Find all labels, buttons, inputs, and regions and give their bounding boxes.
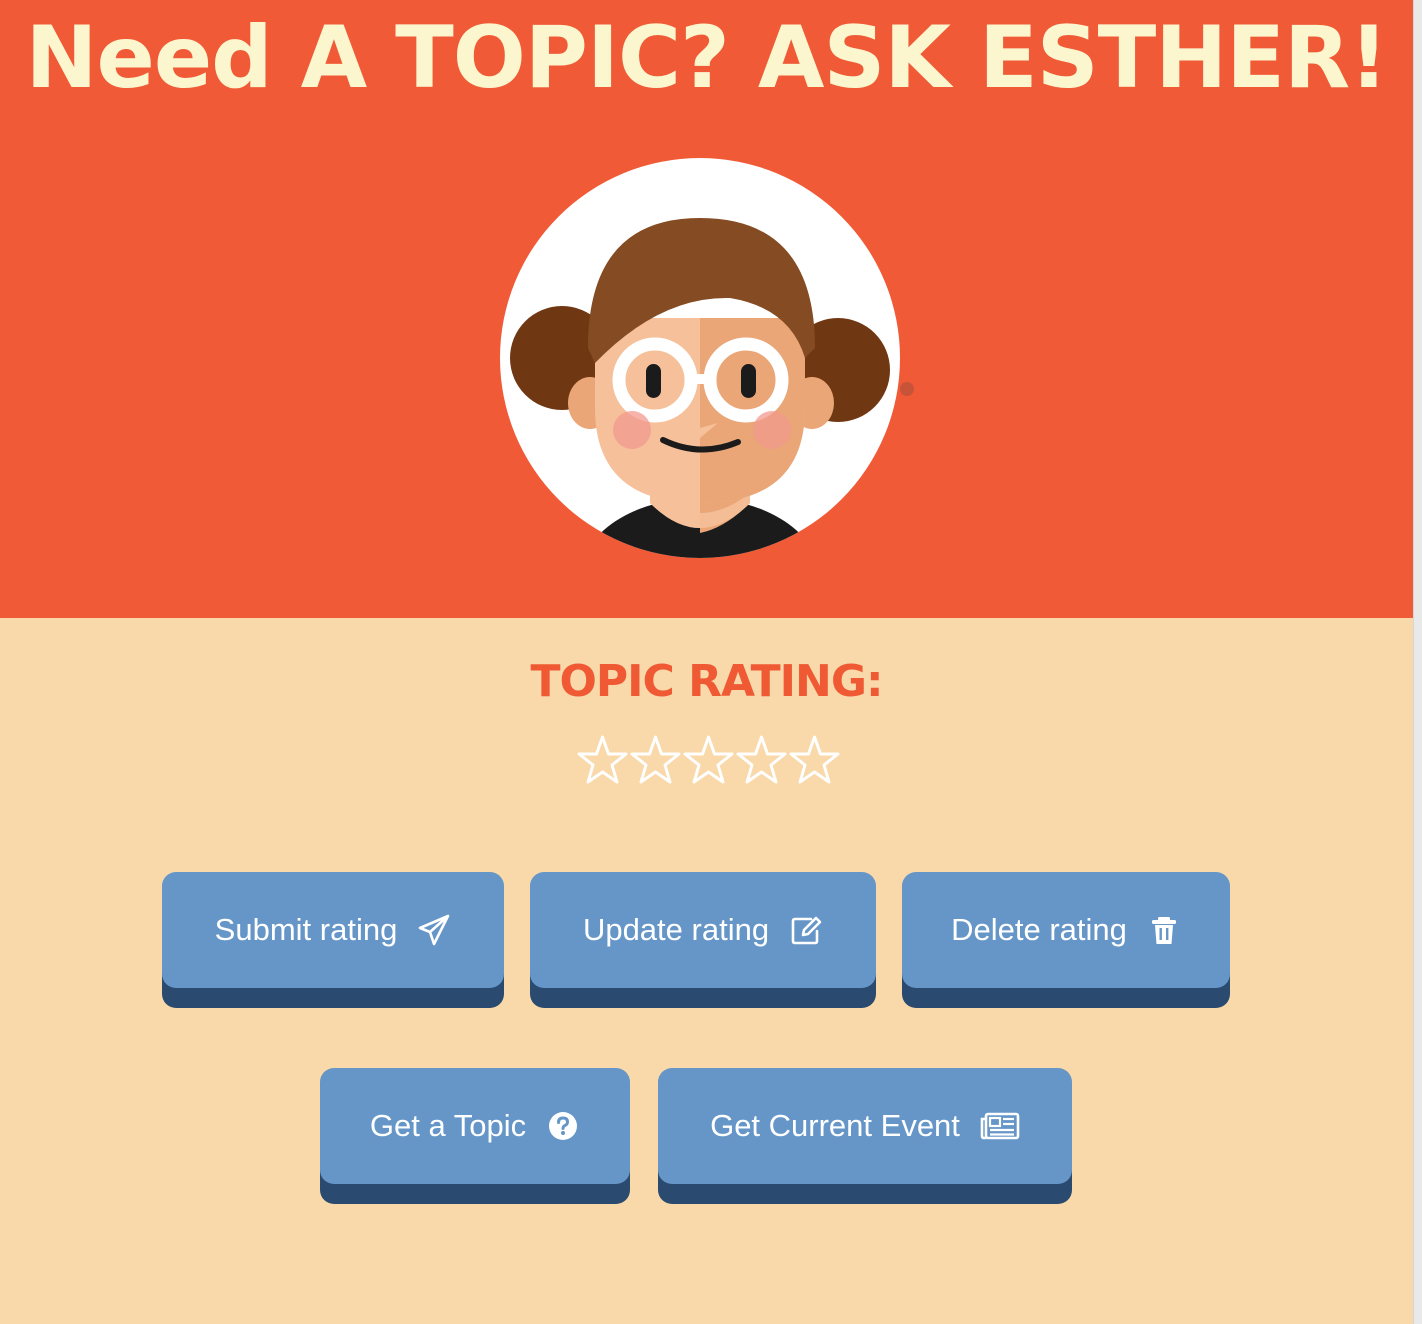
question-circle-icon [546,1109,580,1143]
edit-icon [789,913,823,947]
esther-avatar [500,158,900,558]
submit-rating-button[interactable]: Submit rating [162,872,504,988]
get-current-event-label: Get Current Event [710,1108,960,1143]
star-2[interactable] [629,730,682,790]
star-4[interactable] [735,730,788,790]
delete-rating-label: Delete rating [951,912,1127,947]
scrollbar[interactable] [1413,0,1422,1324]
star-rating[interactable] [576,730,846,790]
rating-heading: TOPIC RATING: [530,656,883,707]
get-topic-label: Get a Topic [369,1108,527,1143]
submit-rating-label: Submit rating [214,912,398,947]
update-rating-button[interactable]: Update rating [530,872,876,988]
newspaper-icon [980,1109,1020,1143]
get-topic-button[interactable]: Get a Topic [320,1068,630,1184]
star-3[interactable] [682,730,735,790]
star-1[interactable] [576,730,629,790]
trash-icon [1147,913,1181,947]
delete-rating-button[interactable]: Delete rating [902,872,1230,988]
update-rating-label: Update rating [582,912,770,947]
get-current-event-button[interactable]: Get Current Event [658,1068,1072,1184]
avatar-illustration [500,158,900,558]
paper-plane-icon [417,913,451,947]
star-5[interactable] [788,730,841,790]
page-title: Need A TOPIC? ASK ESTHER! [25,8,1389,108]
cursor-dot [900,382,914,396]
